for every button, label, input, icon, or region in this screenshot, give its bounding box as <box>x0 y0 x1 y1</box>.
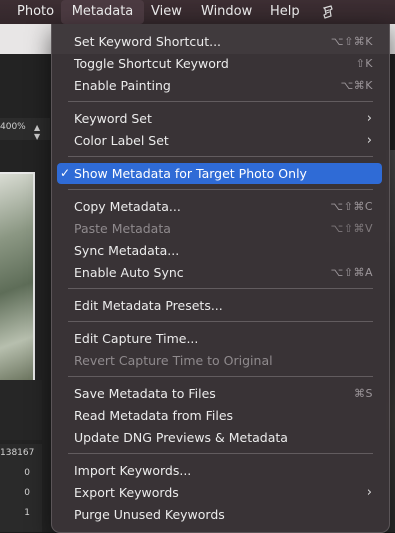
menu-item-update-dng-previews[interactable]: Update DNG Previews & Metadata <box>57 427 382 448</box>
menu-metadata[interactable]: Metadata <box>61 0 144 24</box>
info-value: 138167 <box>0 448 35 458</box>
menu-help[interactable]: Help <box>270 0 300 24</box>
menu-separator <box>68 321 373 322</box>
menu-item-shortcut: ⌥⇧⌘C <box>330 200 373 213</box>
info-value: 0 <box>24 488 30 498</box>
menu-item-shortcut: ⇧K <box>355 57 373 70</box>
menu-item-label: Purge Unused Keywords <box>74 507 225 522</box>
menu-item-label: Sync Metadata... <box>74 243 180 258</box>
menu-window[interactable]: Window <box>201 0 252 24</box>
menu-separator <box>68 101 373 102</box>
menu-item-label: Enable Painting <box>74 78 171 93</box>
menu-item-revert-capture-time: Revert Capture Time to Original <box>57 350 382 371</box>
menu-item-import-keywords[interactable]: Import Keywords... <box>57 460 382 481</box>
menu-item-label: Import Keywords... <box>74 463 192 478</box>
menu-item-toggle-shortcut-keyword[interactable]: Toggle Shortcut Keyword ⇧K <box>57 53 382 74</box>
menu-item-label: Set Keyword Shortcut... <box>74 34 222 49</box>
photo-preview[interactable] <box>0 172 35 382</box>
menu-item-edit-metadata-presets[interactable]: Edit Metadata Presets... <box>57 295 382 316</box>
menu-item-label: Update DNG Previews & Metadata <box>74 430 288 445</box>
menu-item-label: Show Metadata for Target Photo Only <box>74 166 307 181</box>
menu-item-shortcut: ⌘S <box>354 387 373 400</box>
menu-item-save-metadata[interactable]: Save Metadata to Files ⌘S <box>57 383 382 404</box>
menu-item-show-metadata-target-only[interactable]: ✓ Show Metadata for Target Photo Only <box>57 163 382 184</box>
menu-item-purge-unused-keywords[interactable]: Purge Unused Keywords <box>57 504 382 525</box>
menu-item-shortcut: ⌥⌘K <box>340 79 373 92</box>
menu-item-label: Color Label Set <box>74 133 169 148</box>
menu-item-enable-painting[interactable]: Enable Painting ⌥⌘K <box>57 75 382 96</box>
menu-separator <box>68 376 373 377</box>
menu-view[interactable]: View <box>151 0 182 24</box>
menu-item-label: Edit Capture Time... <box>74 331 199 346</box>
info-value: 1 <box>24 508 30 518</box>
script-icon[interactable] <box>320 0 336 24</box>
menu-item-label: Toggle Shortcut Keyword <box>74 56 229 71</box>
chevron-right-icon: › <box>366 111 372 126</box>
menu-item-label: Revert Capture Time to Original <box>74 353 273 368</box>
menu-item-keyword-set[interactable]: Keyword Set › <box>57 108 382 129</box>
menu-item-paste-metadata: Paste Metadata ⌥⇧⌘V <box>57 218 382 239</box>
menu-item-label: Edit Metadata Presets... <box>74 298 223 313</box>
menu-separator <box>68 453 373 454</box>
menu-item-enable-auto-sync[interactable]: Enable Auto Sync ⌥⇧⌘A <box>57 262 382 283</box>
menu-bar: Photo Metadata View Window Help <box>0 0 395 24</box>
menu-item-copy-metadata[interactable]: Copy Metadata... ⌥⇧⌘C <box>57 196 382 217</box>
menu-item-label: Save Metadata to Files <box>74 386 216 401</box>
chevron-right-icon: › <box>366 133 372 148</box>
menu-photo[interactable]: Photo <box>17 0 54 24</box>
menu-item-label: Keyword Set <box>74 111 152 126</box>
checkmark-icon: ✓ <box>60 166 71 180</box>
menu-item-shortcut: ⌥⇧⌘V <box>330 222 373 235</box>
menu-item-label: Paste Metadata <box>74 221 171 236</box>
menu-item-label: Read Metadata from Files <box>74 408 234 423</box>
menu-item-sync-metadata[interactable]: Sync Metadata... <box>57 240 382 261</box>
menu-item-label: Copy Metadata... <box>74 199 181 214</box>
zoom-stepper-icon[interactable]: ▲ ▼ <box>34 123 40 141</box>
menu-item-export-keywords[interactable]: Export Keywords › <box>57 482 382 503</box>
chevron-right-icon: › <box>366 485 372 500</box>
menu-item-shortcut: ⌥⇧⌘A <box>330 266 373 279</box>
menu-item-shortcut: ⌥⇧⌘K <box>330 35 373 48</box>
info-value: 0 <box>24 468 30 478</box>
menu-item-label: Enable Auto Sync <box>74 265 184 280</box>
left-panel <box>0 380 42 440</box>
menu-item-label: Export Keywords <box>74 485 179 500</box>
menu-item-color-label-set[interactable]: Color Label Set › <box>57 130 382 151</box>
menu-item-set-keyword-shortcut[interactable]: Set Keyword Shortcut... ⌥⇧⌘K <box>57 31 382 52</box>
menu-separator <box>68 288 373 289</box>
menu-separator <box>68 189 373 190</box>
menu-item-edit-capture-time[interactable]: Edit Capture Time... <box>57 328 382 349</box>
menu-item-read-metadata[interactable]: Read Metadata from Files <box>57 405 382 426</box>
metadata-dropdown-menu: Set Keyword Shortcut... ⌥⇧⌘K Toggle Shor… <box>51 24 390 533</box>
menu-separator <box>68 156 373 157</box>
zoom-level[interactable]: 400% <box>0 122 26 132</box>
